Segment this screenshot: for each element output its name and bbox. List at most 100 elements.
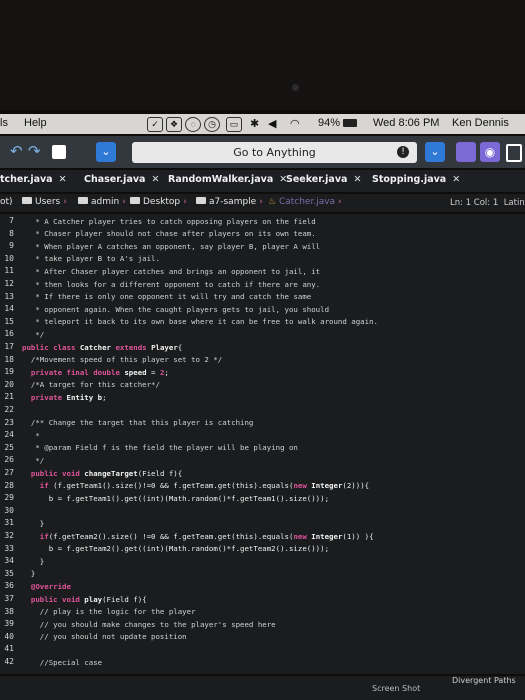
breadcrumb-users[interactable]: Users › [22,197,70,207]
code-token: /*A target for this catcher*/ [22,380,160,390]
tab-randomwalker[interactable]: RandomWalker.java ✕ [168,174,287,185]
menubar-clock[interactable]: Wed 8:06 PM [373,117,439,129]
code-line[interactable]: if(f.getTeam2().size() !=0 && f.getTeam.… [22,532,374,541]
code-token: Player [151,342,178,352]
code-line[interactable]: b = f.getTeam1().get((int)(Math.random()… [22,494,329,503]
code-line[interactable]: // play is the logic for the player [22,607,196,616]
wifi-icon[interactable]: ◠ [290,117,300,130]
close-icon[interactable]: ✕ [151,174,159,185]
sidebar-toggle-icon[interactable] [52,145,66,159]
code-token: /*Movement speed of this player set to 2… [22,355,223,365]
goto-anything-field[interactable]: Go to Anything ! [132,142,417,163]
breadcrumb-current-file[interactable]: ♨ Catcher.java › [268,197,345,207]
code-token: * @param Field f is the field the player… [22,443,298,453]
breadcrumb-admin[interactable]: admin › [78,197,129,207]
code-token: speed [124,367,147,377]
breadcrumb: ot) Users › admin › Desktop › a7-sample › ♨ … [0,194,525,212]
code-token: public class [22,342,80,352]
tab-stopping[interactable]: Stopping.java ✕ [372,174,460,185]
code-token: public void [22,594,85,604]
code-line[interactable]: * opponent again. When the caught player… [22,305,329,314]
code-line[interactable]: * If there is only one opponent it will … [22,292,311,301]
close-icon[interactable]: ✕ [59,174,67,185]
breadcrumb-a7-sample[interactable]: a7-sample › [196,197,266,207]
code-line[interactable]: } [22,569,35,578]
undo-icon[interactable]: ↶ [10,142,23,160]
chevron-down-icon[interactable]: ⌄ [96,142,116,162]
code-token: * opponent again. When the caught player… [22,304,330,314]
code-line[interactable]: private final double speed = 2; [22,368,169,377]
code-token: * If there is only one opponent it will … [22,292,312,302]
close-icon[interactable]: ✕ [353,174,361,185]
panel-icon[interactable] [456,142,476,162]
breadcrumb-lead[interactable]: ot) [0,197,13,207]
breadcrumb-desktop[interactable]: Desktop › [130,197,190,207]
tab-catcher[interactable]: tcher.java ✕ [0,174,67,185]
line-number: 15 [4,316,14,326]
code-line[interactable]: * take player B to A's jail. [22,254,160,263]
code-token: { [177,342,183,352]
menubar-user[interactable]: Ken Dennis [452,117,509,129]
code-line[interactable]: } [22,519,44,528]
dropdown-chevron-icon[interactable]: ⌄ [425,142,445,162]
line-number: 28 [4,480,14,490]
code-line[interactable]: public class Catcher extends Player{ [22,343,182,352]
code-line[interactable]: b = f.getTeam2().get((int)(Math.random()… [22,544,329,553]
code-line[interactable]: * [22,431,39,440]
clock-icon[interactable]: ◷ [204,117,220,132]
code-line[interactable]: /*A target for this catcher*/ [22,380,160,389]
line-number: 10 [4,253,14,263]
battery-icon[interactable] [343,119,357,127]
cursor-position: Ln: 1 Col: 1 Latin [450,198,525,208]
line-number: 13 [4,291,14,301]
sync-icon[interactable]: ◌ [185,117,201,132]
status-icon-a[interactable]: ✓ [147,117,163,132]
editor-toolbar: ↶ ↷ ⌄ Go to Anything ! ⌄ ◉ [0,136,525,168]
airplay-icon[interactable]: ▭ [226,117,242,132]
code-line[interactable]: // you should make changes to the player… [22,620,276,629]
dropbox-icon[interactable]: ❖ [166,117,182,132]
code-line[interactable]: @Override [22,582,71,591]
code-line[interactable]: * @param Field f is the field the player… [22,443,298,452]
line-number: 7 [9,216,14,225]
java-file-icon: ♨ [268,197,279,207]
menu-item-help[interactable]: Help [24,117,47,129]
code-line[interactable]: * When player A catches an opponent, say… [22,242,320,251]
code-line[interactable]: * Chaser player should not chase after p… [22,229,315,238]
bluetooth-icon[interactable]: ✱ [250,117,259,130]
code-line[interactable]: /** Change the target that this player i… [22,418,254,427]
code-editor[interactable]: 7 * A Catcher player tries to catch oppo… [0,214,525,674]
goto-anything-label: Go to Anything [233,146,316,159]
notification-icon[interactable]: ! [397,146,409,158]
encoding-label[interactable]: Latin [504,198,525,208]
code-line[interactable]: //Special case [22,658,102,667]
code-line[interactable]: if (f.getTeam1().size()!=0 && f.getTeam.… [22,481,369,490]
folder-icon [196,197,206,204]
menu-item-left[interactable]: ls [0,117,8,129]
code-line[interactable]: */ [22,456,44,465]
code-line[interactable]: // you should not update position [22,632,187,641]
layout-icon[interactable] [506,144,522,162]
code-line[interactable]: public void play(Field f){ [22,595,147,604]
folder-icon [130,197,140,204]
redo-icon[interactable]: ↷ [28,142,41,160]
code-line[interactable]: * then looks for a different opponent to… [22,280,320,289]
volume-icon[interactable]: ◀ [268,117,276,130]
code-line[interactable]: * teleport it back to its own base where… [22,317,378,326]
battery-percent[interactable]: 94% [318,117,340,129]
code-token: // you should make changes to the player… [22,619,276,629]
code-line[interactable]: } [22,557,44,566]
code-token: //Special case [22,657,103,667]
code-line[interactable]: public void changeTarget(Field f){ [22,469,182,478]
tab-seeker[interactable]: Seeker.java ✕ [286,174,361,185]
toggle-icon[interactable]: ◉ [480,142,500,162]
code-token: * take player B to A's jail. [22,254,160,264]
code-line[interactable]: * A Catcher player tries to catch opposi… [22,217,315,226]
close-icon[interactable]: ✕ [452,174,460,185]
code-line[interactable]: private Entity b; [22,393,107,402]
tab-chaser[interactable]: Chaser.java ✕ [84,174,159,185]
code-line[interactable]: */ [22,330,44,339]
code-line[interactable]: * After Chaser player catches and brings… [22,267,320,276]
line-number: 36 [4,581,14,591]
code-line[interactable]: /*Movement speed of this player set to 2… [22,355,222,364]
